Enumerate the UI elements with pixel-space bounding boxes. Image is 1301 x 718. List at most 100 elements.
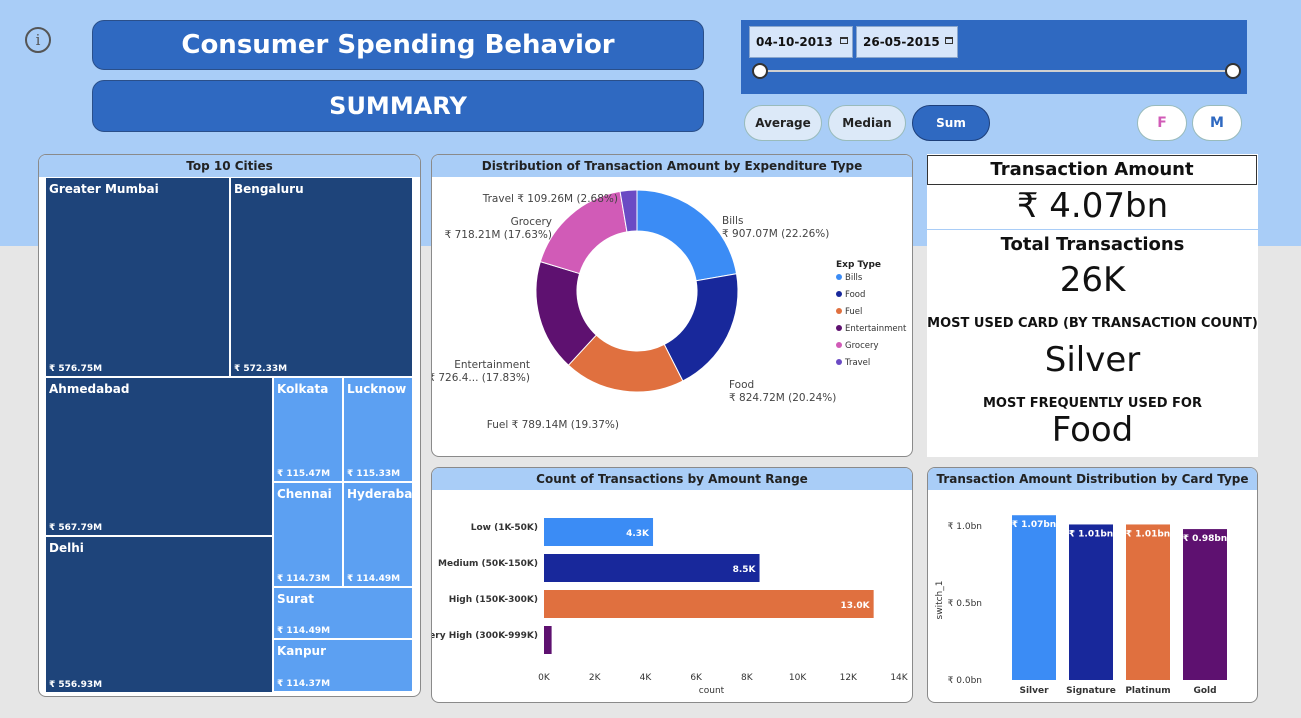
x-tick-label: 12K [840,673,858,683]
donut-category-label: Grocery [511,216,552,228]
most-used-card-value: Silver [1044,340,1141,380]
x-tick-label: 14K [890,673,908,683]
treemap-tile[interactable]: Ahmedabad ₹ 567.79M [45,377,273,536]
y-tick-label: High (150K-300K) [449,595,538,605]
tile-name: Ahmedabad [49,382,130,396]
start-date-value: 04-10-2013 [756,35,833,49]
male-filter-button[interactable]: M [1192,105,1242,141]
tile-name: Surat [277,592,314,606]
tile-value: ₹ 114.49M [347,574,401,584]
legend-marker [836,359,842,365]
donut-data-label: Fuel ₹ 789.14M (19.37%) [487,419,619,431]
y-tick-label: Medium (50K-150K) [438,559,538,569]
donut-title: Distribution of Transaction Amount by Ex… [432,155,912,177]
info-icon[interactable]: i [25,27,51,53]
date-slider-end-handle[interactable] [1225,63,1241,79]
tile-value: ₹ 115.33M [347,469,401,479]
treemap-tile[interactable]: Bengaluru ₹ 572.33M [230,177,413,377]
card-type-chart-card: Transaction Amount Distribution by Card … [927,467,1258,703]
y-tick-label: ₹ 0.5bn [948,599,982,609]
tile-name: Lucknow [347,382,407,396]
bar-data-label: ₹ 1.07bn [1012,520,1056,530]
legend-marker [836,291,842,297]
donut-data-label: ₹ 824.72M (20.24%) [729,392,836,404]
expenditure-donut-card: Distribution of Transaction Amount by Ex… [431,154,913,457]
donut-slice-food[interactable] [663,273,739,382]
x-axis-label: count [699,686,725,696]
bar[interactable] [544,590,874,618]
card-type-chart-title: Transaction Amount Distribution by Card … [928,468,1257,490]
end-date-input[interactable]: 26-05-2015 [856,26,958,58]
tile-value: ₹ 115.47M [277,469,331,479]
x-tick-label: 6K [690,673,703,683]
date-slider-track[interactable] [760,70,1234,72]
card-type-bar-chart: ₹ 0.0bn ₹ 0.5bn ₹ 1.0bn switch_1 ₹ 1.07bn Sil… [935,515,1227,696]
female-filter-button[interactable]: F [1137,105,1187,141]
legend-item-entertainment[interactable]: Entertainment [845,324,907,334]
bar-data-label: ₹ 1.01bn [1126,529,1170,539]
most-frequent-use-label: MOST FREQUENTLY USED FOR [982,396,1202,411]
sum-button[interactable]: Sum [912,105,990,141]
y-tick-label: Low (1K-50K) [471,523,538,533]
calendar-icon[interactable] [945,37,953,44]
bar[interactable] [544,554,760,582]
treemap-tile[interactable]: Surat ₹ 114.49M [273,587,413,639]
date-slider-start-handle[interactable] [752,63,768,79]
treemap-tile[interactable]: Lucknow ₹ 115.33M [343,377,413,482]
donut-data-label: Travel ₹ 109.26M (2.68%) [482,193,618,205]
legend-item-travel[interactable]: Travel [844,358,870,368]
tile-value: ₹ 572.33M [234,364,288,374]
divider [927,229,1258,230]
transaction-amount-label: Transaction Amount [927,155,1257,185]
tile-name: Kanpur [277,644,326,658]
bar[interactable] [1069,524,1113,680]
tile-value: ₹ 114.73M [277,574,331,584]
page-title: Consumer Spending Behavior [92,20,704,70]
total-transactions-label: Total Transactions [1000,234,1185,255]
treemap-tile[interactable]: Kanpur ₹ 114.37M [273,639,413,692]
treemap-title: Top 10 Cities [39,155,420,177]
tile-value: ₹ 556.93M [49,680,103,690]
treemap-tile[interactable]: Chennai ₹ 114.73M [273,482,343,587]
y-tick-label: ₹ 0.0bn [948,676,982,686]
donut-category-label: Food [729,379,754,391]
donut-category-label: Entertainment [454,359,530,371]
bar[interactable] [1012,515,1056,680]
donut-data-label: ₹ 718.21M (17.63%) [445,229,552,241]
bar[interactable] [1183,529,1227,680]
x-tick-label: 2K [589,673,602,683]
average-button[interactable]: Average [744,105,822,141]
calendar-icon[interactable] [840,37,848,44]
end-date-value: 26-05-2015 [863,35,940,49]
bar[interactable] [1126,524,1170,680]
hbar-title: Count of Transactions by Amount Range [536,472,808,486]
tile-name: Chennai [277,487,332,501]
treemap-tile[interactable]: Hyderabad ₹ 114.49M [343,482,420,587]
kpi-panel: Transaction Amount ₹ 4.07bn Total Transa… [927,154,1258,457]
start-date-input[interactable]: 04-10-2013 [749,26,853,58]
bar-data-label: ₹ 0.98bn [1183,534,1227,544]
legend-item-grocery[interactable]: Grocery [845,341,879,351]
x-tick-label: Silver [1019,686,1049,696]
bar[interactable] [544,626,552,654]
legend-marker [836,308,842,314]
legend-item-fuel[interactable]: Fuel [845,307,862,317]
y-tick-label: Very High (300K-999K) [432,631,538,641]
tile-name: Kolkata [277,382,329,396]
treemap-tile[interactable]: Delhi ₹ 556.93M [45,536,273,693]
donut-data-label: ₹ 726.4... (17.83%) [432,372,530,384]
x-tick-label: 4K [640,673,653,683]
y-axis-label: switch_1 [935,581,945,620]
most-used-card-label: MOST USED CARD (BY TRANSACTION COUNT) [927,316,1258,331]
tile-name: Delhi [49,541,84,555]
legend-marker [836,342,842,348]
tile-name: Greater Mumbai [49,182,159,196]
most-frequent-use-value: Food [1051,410,1134,450]
treemap-tile[interactable]: Greater Mumbai ₹ 576.75M [45,177,230,377]
treemap-tile[interactable]: Kolkata ₹ 115.47M [273,377,343,482]
median-button[interactable]: Median [828,105,906,141]
y-tick-label: ₹ 1.0bn [948,522,982,532]
legend-item-bills[interactable]: Bills [845,273,863,283]
total-transactions-value: 26K [1059,260,1126,300]
legend-item-food[interactable]: Food [845,290,865,300]
